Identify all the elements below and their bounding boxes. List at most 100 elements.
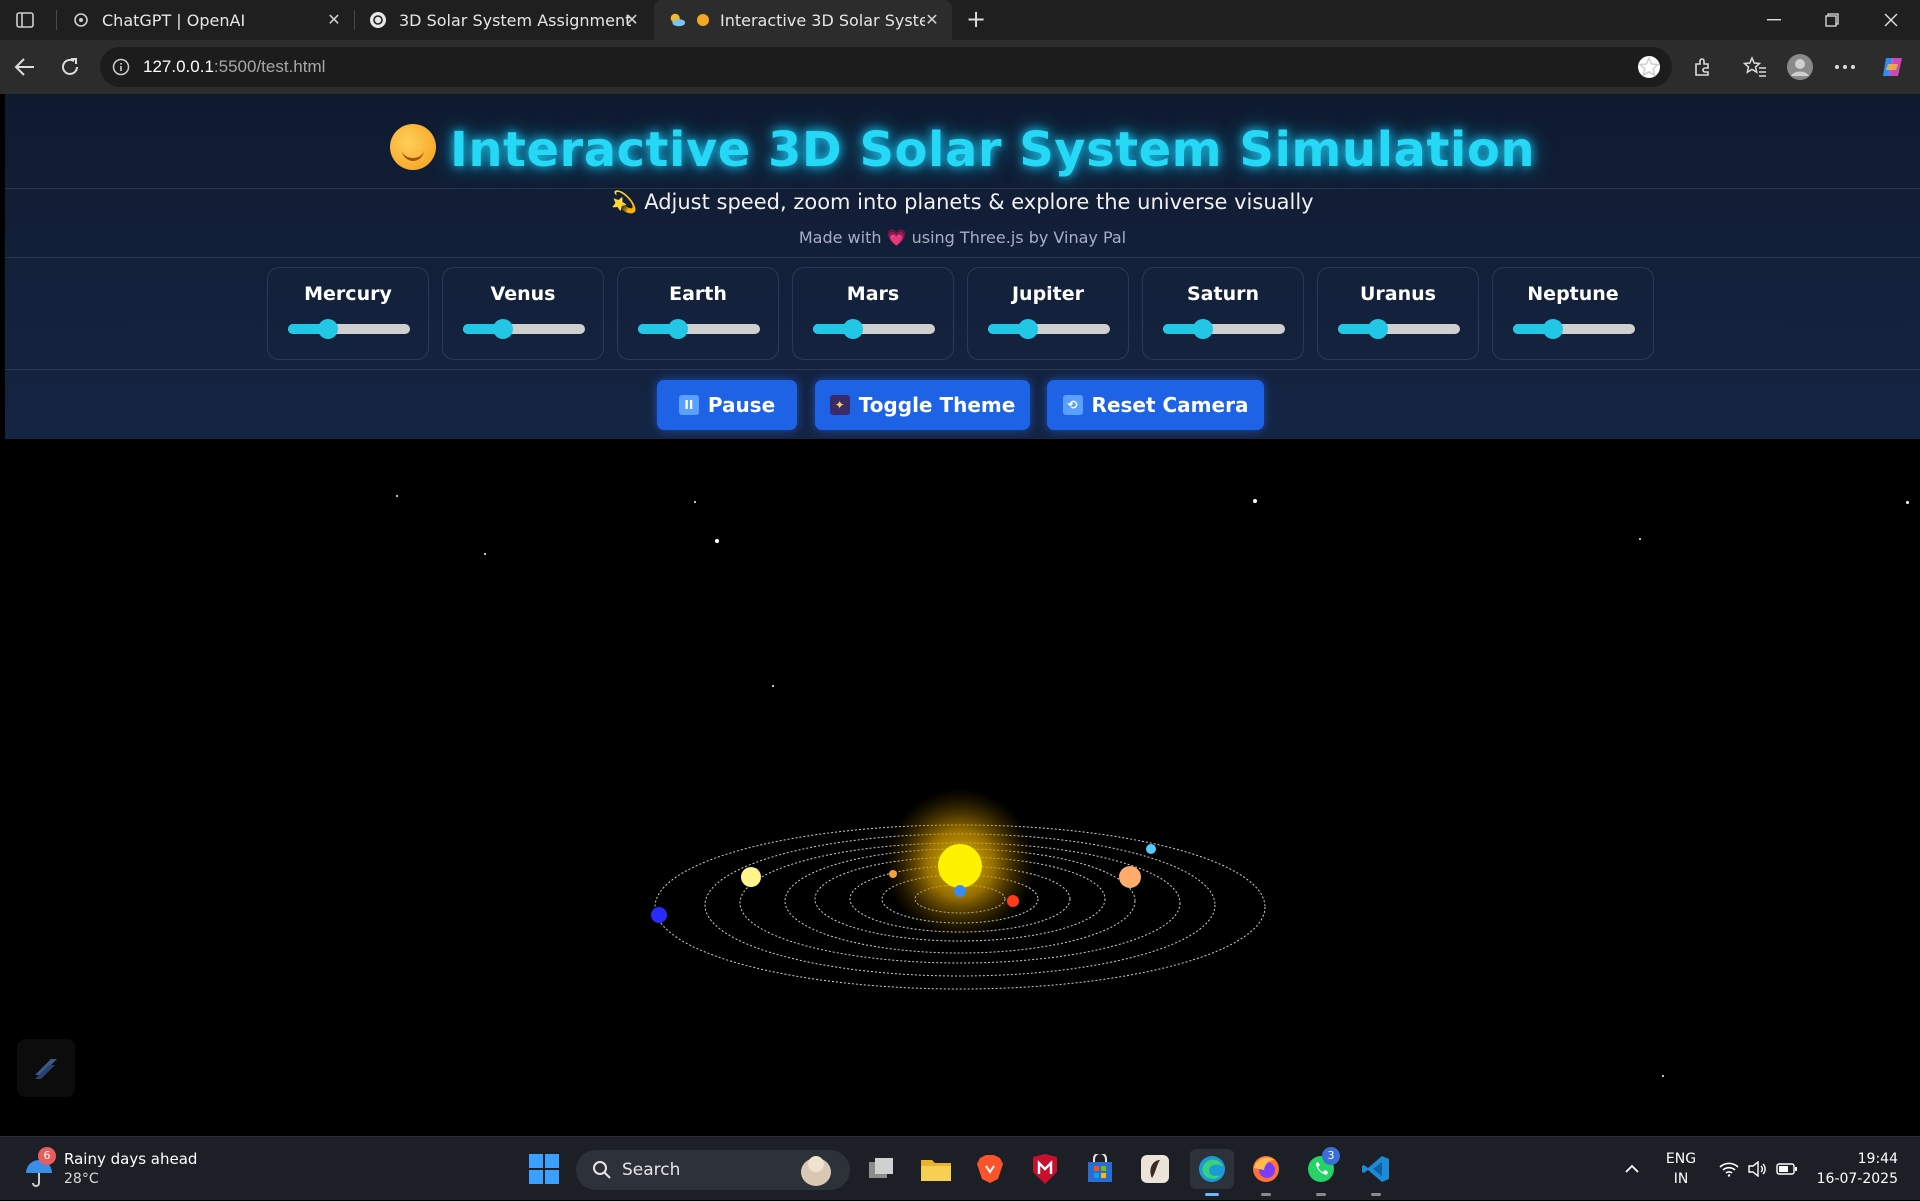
wifi-icon[interactable]: [1716, 1137, 1742, 1201]
planet-label: Saturn: [1186, 283, 1259, 305]
notes-app-icon[interactable]: [1135, 1149, 1175, 1189]
reset-arrows-icon: ⟲: [1062, 395, 1083, 415]
heart-icon: 💗: [886, 228, 907, 247]
planet-uranus[interactable]: [1146, 844, 1156, 854]
slider-thumb[interactable]: [1193, 319, 1214, 339]
close-tab-icon[interactable]: ✕: [324, 10, 344, 30]
weather-widget[interactable]: 6 Rainy days ahead 28°C: [22, 1145, 222, 1193]
speed-slider[interactable]: [813, 319, 935, 339]
more-menu-icon[interactable]: [1830, 52, 1860, 82]
toggle-theme-button[interactable]: ✦ Toggle Theme: [815, 380, 1030, 430]
windows-start-icon[interactable]: [524, 1149, 564, 1189]
openai-icon: [72, 11, 90, 29]
edge-browser-icon[interactable]: [1190, 1149, 1234, 1189]
speed-slider[interactable]: [638, 319, 760, 339]
planet-earth[interactable]: [954, 885, 966, 897]
action-buttons: II Pause ✦ Toggle Theme ⟲ Reset Camera: [5, 380, 1920, 430]
close-tab-icon[interactable]: ✕: [622, 10, 642, 30]
planet-mercury[interactable]: [889, 870, 897, 878]
smiling-sun-icon: [390, 124, 436, 170]
planet-label: Earth: [669, 283, 727, 305]
refresh-icon[interactable]: [55, 52, 85, 82]
solar-system-canvas[interactable]: [5, 439, 1920, 1136]
speed-control-jupiter: Jupiter: [967, 267, 1129, 360]
openai-icon: [369, 11, 387, 29]
restore-button[interactable]: [1803, 0, 1861, 40]
address-bar[interactable]: 127.0.0.1:5500/test.html: [100, 47, 1672, 87]
sun[interactable]: [938, 844, 982, 888]
planet-label: Jupiter: [1011, 283, 1085, 305]
profile-avatar-icon[interactable]: [1785, 52, 1815, 82]
slider-thumb[interactable]: [1018, 319, 1039, 339]
language-line2: IN: [1673, 1171, 1689, 1187]
close-tab-icon[interactable]: ✕: [922, 10, 942, 30]
favorites-icon[interactable]: [1740, 52, 1770, 82]
taskbar-search[interactable]: Search: [576, 1150, 850, 1190]
slider-thumb[interactable]: [1368, 319, 1389, 339]
pause-label: Pause: [707, 393, 776, 417]
microsoft-store-icon[interactable]: [1080, 1149, 1120, 1189]
weather-sun-icon: [668, 11, 686, 29]
app-logo-icon[interactable]: [17, 1039, 75, 1097]
copilot-icon[interactable]: [1878, 52, 1908, 82]
url-host: 127.0.0.1: [143, 57, 214, 76]
new-tab-button[interactable]: +: [962, 6, 990, 34]
weather-badge: 6: [38, 1147, 56, 1165]
speed-control-earth: Earth: [617, 267, 779, 360]
brave-browser-icon[interactable]: [970, 1149, 1010, 1189]
firefox-icon[interactable]: [1246, 1149, 1286, 1189]
browser-toolbar: 127.0.0.1:5500/test.html: [0, 40, 1920, 94]
tab-chatgpt[interactable]: ChatGPT | OpenAI ✕: [58, 0, 354, 40]
system-clock[interactable]: 19:44 16-07-2025: [1808, 1149, 1898, 1189]
speed-slider[interactable]: [1513, 319, 1635, 339]
vscode-icon[interactable]: [1356, 1149, 1396, 1189]
credit-line: Made with 💗 using Three.js by Vinay Pal: [5, 228, 1920, 247]
show-hidden-icons-chevron-icon[interactable]: [1618, 1137, 1646, 1201]
windows-taskbar: 6 Rainy days ahead 28°C Search 3 ENG IN …: [0, 1136, 1920, 1200]
tab-separator: [56, 10, 57, 30]
favorite-star-icon[interactable]: [1638, 56, 1660, 78]
planet-label: Venus: [490, 283, 556, 305]
running-indicator: [1316, 1193, 1326, 1196]
planet-neptune[interactable]: [651, 907, 667, 923]
speed-control-neptune: Neptune: [1492, 267, 1654, 360]
speed-slider[interactable]: [463, 319, 585, 339]
slider-thumb[interactable]: [493, 319, 514, 339]
speed-slider[interactable]: [1163, 319, 1285, 339]
file-explorer-icon[interactable]: [916, 1149, 956, 1189]
pause-button[interactable]: II Pause: [657, 380, 797, 430]
planet-jupiter[interactable]: [1119, 866, 1141, 888]
search-highlight-icon: [801, 1156, 831, 1186]
weather-text: Rainy days ahead: [64, 1150, 198, 1168]
speed-slider[interactable]: [988, 319, 1110, 339]
slider-thumb[interactable]: [668, 319, 689, 339]
planet-venus-saturn[interactable]: [741, 867, 761, 887]
extensions-icon[interactable]: [1688, 52, 1718, 82]
tab-solar-assignment[interactable]: 3D Solar System Assignment ✕: [355, 0, 652, 40]
speed-control-saturn: Saturn: [1142, 267, 1304, 360]
minimize-button[interactable]: [1745, 0, 1803, 40]
reset-camera-button[interactable]: ⟲ Reset Camera: [1047, 380, 1264, 430]
web-page: Interactive 3D Solar System Simulation 💫…: [5, 94, 1920, 1136]
speed-slider[interactable]: [1338, 319, 1460, 339]
site-info-icon[interactable]: [112, 58, 130, 76]
language-indicator[interactable]: ENG IN: [1660, 1149, 1702, 1189]
subtitle: 💫 Adjust speed, zoom into planets & expl…: [611, 190, 1314, 214]
slider-thumb[interactable]: [843, 319, 864, 339]
clock-time: 19:44: [1857, 1151, 1898, 1167]
slider-thumb[interactable]: [1543, 319, 1564, 339]
planet-mars[interactable]: [1007, 895, 1019, 907]
task-view-icon[interactable]: [862, 1149, 902, 1189]
divider: [5, 257, 1920, 258]
tab-actions-icon[interactable]: [10, 8, 40, 32]
volume-icon[interactable]: [1744, 1137, 1770, 1201]
speed-slider[interactable]: [288, 319, 410, 339]
mcafee-icon[interactable]: [1025, 1149, 1065, 1189]
tab-title: ChatGPT | OpenAI: [102, 10, 246, 30]
back-arrow-icon[interactable]: [10, 52, 40, 82]
running-indicator: [1371, 1193, 1381, 1196]
slider-thumb[interactable]: [318, 319, 339, 339]
tab-interactive-solar[interactable]: Interactive 3D Solar System - V ✕: [654, 0, 952, 40]
close-window-button[interactable]: [1862, 0, 1920, 40]
battery-icon[interactable]: [1772, 1137, 1802, 1201]
